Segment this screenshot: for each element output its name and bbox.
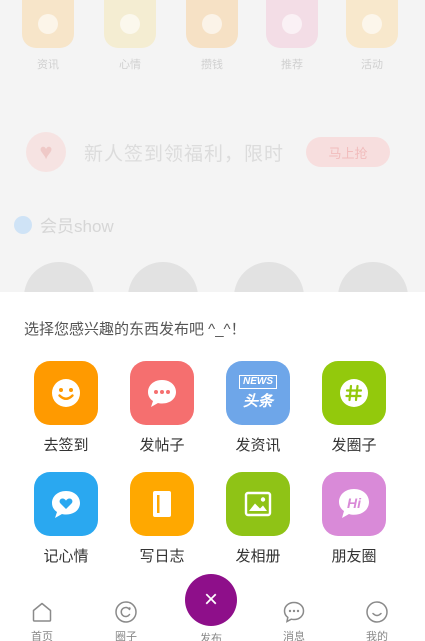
promo-button: 马上抢 xyxy=(306,137,390,167)
message-icon xyxy=(280,598,308,626)
publish-sheet: 选择您感兴趣的东西发布吧 ^_^！ 去签到 发帖子 NEWS 头条 发资讯 发圈… xyxy=(0,292,425,594)
option-moments[interactable]: Hi 朋友圈 xyxy=(311,472,397,566)
heart-icon: ♥ xyxy=(26,132,66,172)
option-label: 去签到 xyxy=(43,437,89,454)
tab-profile[interactable]: 我的 xyxy=(347,594,407,641)
category-label: 心情 xyxy=(119,59,141,71)
heart-bubble-icon xyxy=(34,472,98,536)
option-label: 发圈子 xyxy=(331,437,377,454)
member-show-title: 会员show xyxy=(40,217,114,236)
smile-icon xyxy=(34,361,98,425)
circle-icon xyxy=(112,598,140,626)
avatar xyxy=(128,262,198,292)
option-news[interactable]: NEWS 头条 发资讯 xyxy=(215,361,301,455)
category-icon xyxy=(186,0,238,48)
tab-label: 圈子 xyxy=(115,631,137,641)
member-icon xyxy=(14,215,32,234)
hi-bubble-icon: Hi xyxy=(322,472,386,536)
hi-text: Hi xyxy=(347,494,361,511)
category-row: 资讯 心情 攒钱 推荐 活动 xyxy=(0,0,425,78)
category-label: 活动 xyxy=(361,59,383,71)
tab-label: 消息 xyxy=(283,631,305,641)
background-page: 资讯 心情 攒钱 推荐 活动 ♥ 新人签到领福利，限时 马上抢 会员show xyxy=(0,0,425,292)
category-icon xyxy=(104,0,156,48)
option-journal[interactable]: 写日志 xyxy=(119,472,205,566)
sheet-title: 选择您感兴趣的东西发布吧 ^_^！ xyxy=(24,321,246,338)
option-mood[interactable]: 记心情 xyxy=(23,472,109,566)
avatar xyxy=(234,262,304,292)
signin-promo-banner: ♥ 新人签到领福利，限时 马上抢 xyxy=(26,131,390,173)
category-icon xyxy=(266,0,318,48)
option-circle[interactable]: 发圈子 xyxy=(311,361,397,455)
news-badge-top: NEWS xyxy=(239,375,277,389)
option-post[interactable]: 发帖子 xyxy=(119,361,205,455)
option-label: 发资讯 xyxy=(235,437,281,454)
category-item: 攒钱 xyxy=(184,0,240,72)
close-publish-button[interactable]: × xyxy=(185,574,237,626)
profile-icon xyxy=(363,598,391,626)
option-label: 记心情 xyxy=(43,548,89,565)
hashtag-icon xyxy=(322,361,386,425)
notebook-icon xyxy=(130,472,194,536)
category-icon xyxy=(346,0,398,48)
tab-home[interactable]: 首页 xyxy=(12,594,72,641)
option-label: 发帖子 xyxy=(139,437,185,454)
option-album[interactable]: 发相册 xyxy=(215,472,301,566)
chat-bubble-icon xyxy=(130,361,194,425)
news-badge-bottom: 头条 xyxy=(242,393,273,410)
member-show-header: 会员show xyxy=(14,212,114,237)
category-label: 资讯 xyxy=(37,59,59,71)
avatar xyxy=(338,262,408,292)
promo-text: 新人签到领福利，限时 xyxy=(84,143,285,165)
tab-messages[interactable]: 消息 xyxy=(264,594,324,641)
option-label: 发相册 xyxy=(235,548,281,565)
home-icon xyxy=(28,598,56,626)
option-label: 写日志 xyxy=(139,548,185,565)
category-label: 攒钱 xyxy=(201,59,223,71)
category-item: 推荐 xyxy=(264,0,320,72)
tab-circle[interactable]: 圈子 xyxy=(96,594,156,641)
category-item: 资讯 xyxy=(20,0,76,72)
member-avatar-row xyxy=(0,262,425,292)
option-checkin[interactable]: 去签到 xyxy=(23,361,109,455)
category-icon xyxy=(22,0,74,48)
category-label: 推荐 xyxy=(281,59,303,71)
category-item: 心情 xyxy=(102,0,158,72)
news-icon: NEWS 头条 xyxy=(226,361,290,425)
close-icon: × xyxy=(203,586,218,613)
tab-publish-label: 发布 xyxy=(200,633,222,641)
option-label: 朋友圈 xyxy=(331,548,377,565)
avatar xyxy=(24,262,94,292)
tab-label: 首页 xyxy=(31,631,53,641)
photo-icon xyxy=(226,472,290,536)
category-item: 活动 xyxy=(344,0,400,72)
tab-label: 我的 xyxy=(366,631,388,641)
